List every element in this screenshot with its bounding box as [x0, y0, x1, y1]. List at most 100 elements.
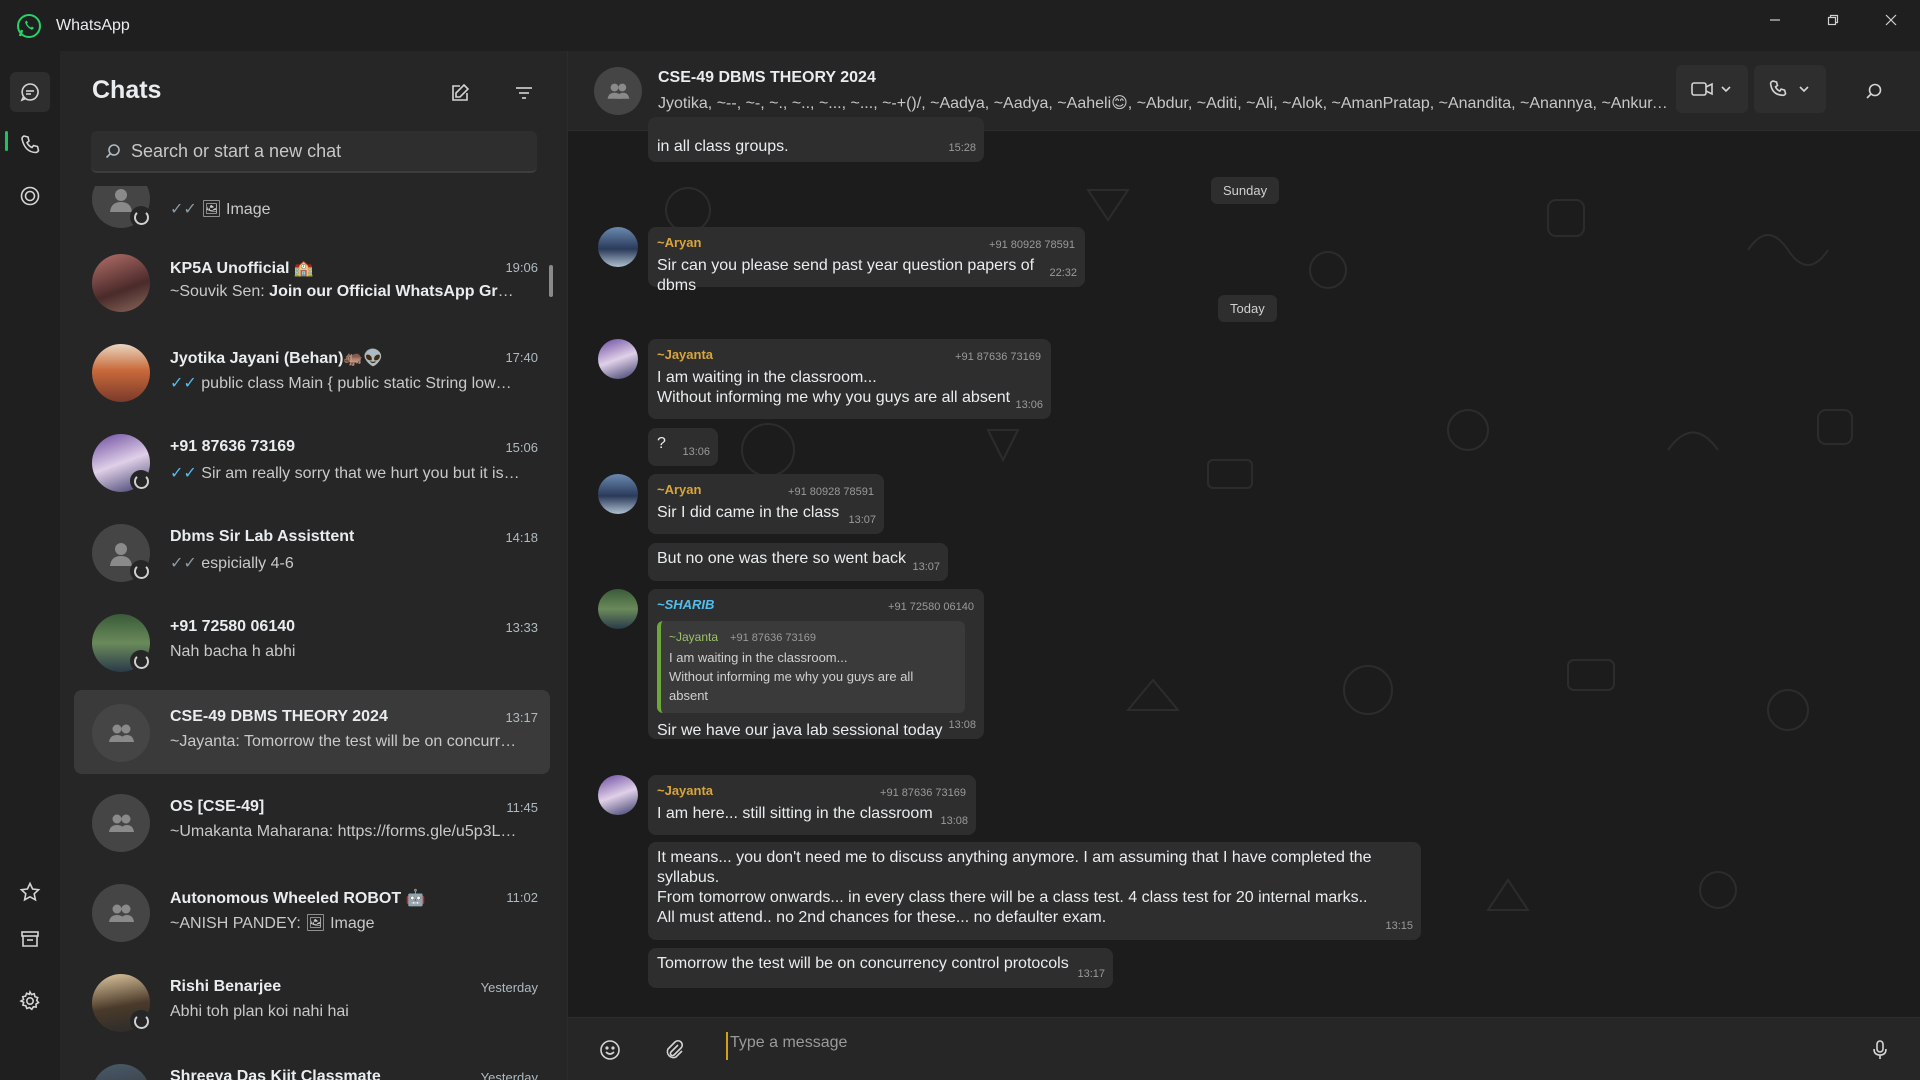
chat-preview: ~Umakanta Maharana: https://forms.gle/u5… [170, 823, 520, 840]
search-icon [105, 144, 120, 159]
sender-avatar [598, 227, 638, 267]
chat-preview: ✓✓ 🖼 Image [170, 201, 271, 218]
chats-heading: Chats [92, 76, 162, 104]
emoji-icon[interactable] [594, 1034, 626, 1066]
chat-name: OS [CSE-49] [170, 798, 265, 815]
calls-icon[interactable] [10, 124, 50, 164]
date-divider: Sunday [1211, 177, 1280, 204]
chat-time: 17:40 [505, 350, 538, 365]
message-bubble[interactable]: But no one was there so went back 13:07 [648, 543, 948, 581]
chat-list: ✓✓ 🖼 Image KP5A Unofficial 🏫 19:06 ~Souv… [74, 186, 550, 1080]
sender-avatar [598, 775, 638, 815]
group-avatar-icon [92, 704, 150, 762]
avatar [92, 254, 150, 312]
message-bubble[interactable]: It means... you don't need me to discuss… [648, 842, 1421, 940]
chat-item[interactable]: Shreeya Das Kiit Classmate Yesterday [74, 1050, 550, 1080]
chat-name: Rishi Benarjee [170, 978, 282, 995]
chat-name: Autonomous Wheeled ROBOT 🤖 [170, 890, 426, 907]
group-avatar-icon[interactable] [594, 67, 642, 115]
chat-time: 11:02 [506, 890, 538, 905]
chat-name: Jyotika Jayani (Behan)🦛👽 [170, 350, 384, 367]
chat-item[interactable]: Dbms Sir Lab Assisttent 14:18 ✓✓ espicia… [74, 510, 550, 594]
chat-name: +91 72580 06140 [170, 618, 296, 635]
active-indicator [5, 131, 8, 151]
microphone-icon[interactable] [1864, 1034, 1896, 1066]
chat-time: 15:06 [505, 440, 538, 455]
status-ring-icon [130, 560, 152, 582]
status-ring-icon [130, 1010, 152, 1032]
quoted-message[interactable]: ~Jayanta +91 87636 73169 I am waiting in … [657, 621, 965, 713]
chat-item-selected[interactable]: CSE-49 DBMS THEORY 2024 13:17 ~Jayanta: … [74, 690, 550, 774]
chat-time: 11:45 [506, 800, 538, 815]
app-title: WhatsApp [56, 16, 130, 34]
status-ring-icon [130, 650, 152, 672]
chat-item[interactable]: Autonomous Wheeled ROBOT 🤖 11:02 ~ANISH … [74, 870, 550, 954]
search-messages-icon[interactable] [1858, 75, 1890, 107]
chat-preview: ✓✓ espicially 4-6 [170, 555, 294, 572]
status-ring-icon [130, 206, 152, 228]
filter-icon[interactable] [508, 77, 540, 109]
message-composer: Type a message [568, 1017, 1920, 1080]
archive-icon[interactable] [10, 919, 50, 959]
chat-name: +91 87636 73169 [170, 438, 296, 455]
search-input[interactable]: Search or start a new chat [91, 131, 537, 173]
message-bubble[interactable]: ~Jayanta +91 87636 73169 I am waiting in… [648, 339, 1051, 419]
group-avatar-icon [92, 794, 150, 852]
restore-button[interactable] [1804, 0, 1862, 40]
chat-time: Yesterday [480, 980, 538, 995]
chats-icon[interactable] [10, 72, 50, 112]
date-divider: Today [1218, 295, 1277, 322]
conversation-title[interactable]: CSE-49 DBMS THEORY 2024 [658, 69, 876, 87]
chat-time: 13:17 [505, 710, 538, 725]
avatar [92, 1064, 150, 1080]
chat-item[interactable]: +91 87636 73169 15:06 ✓✓ Sir am really s… [74, 420, 550, 504]
avatar [92, 344, 150, 402]
message-area: in all class groups. 15:28 Sunday ~Aryan… [568, 117, 1920, 1080]
message-bubble[interactable]: ~Aryan +91 80928 78591 Sir I did came in… [648, 474, 884, 534]
chat-time: 14:18 [505, 530, 538, 545]
phone-icon [1769, 80, 1809, 97]
message-bubble[interactable]: in all class groups. 15:28 [648, 117, 984, 162]
chat-preview: Abhi toh plan koi nahi hai [170, 1003, 349, 1020]
message-bubble[interactable]: ~Jayanta +91 87636 73169 I am here... st… [648, 775, 976, 835]
attach-icon[interactable] [658, 1034, 690, 1066]
minimize-button[interactable] [1746, 0, 1804, 40]
message-bubble[interactable]: ~SHARIB +91 72580 06140 ~Jayanta +91 8763… [648, 589, 984, 739]
navigation-rail: FG [0, 51, 60, 1080]
chat-list-scrollbar[interactable] [549, 265, 553, 297]
chat-item[interactable]: +91 72580 06140 13:33 Nah bacha h abhi [74, 600, 550, 684]
chat-preview: ~Jayanta: Tomorrow the test will be on c… [170, 733, 520, 750]
chat-time: 19:06 [505, 260, 538, 275]
sender-avatar [598, 339, 638, 379]
message-input[interactable]: Type a message [730, 1034, 847, 1052]
status-icon[interactable] [10, 176, 50, 216]
chat-name: CSE-49 DBMS THEORY 2024 [170, 708, 388, 725]
text-cursor [726, 1032, 728, 1060]
close-button[interactable] [1862, 0, 1920, 40]
message-bubble[interactable]: Tomorrow the test will be on concurrency… [648, 948, 1113, 988]
chat-item[interactable]: ✓✓ 🖼 Image [74, 186, 550, 240]
starred-icon[interactable] [10, 872, 50, 912]
settings-icon[interactable] [10, 981, 50, 1021]
chat-item[interactable]: Jyotika Jayani (Behan)🦛👽 17:40 ✓✓ public… [74, 330, 550, 414]
conversation-panel: CSE-49 DBMS THEORY 2024 Jyotika, ~--, ~-… [568, 51, 1920, 1080]
video-call-button[interactable] [1676, 65, 1748, 113]
window-controls [1746, 0, 1920, 40]
chat-item[interactable]: Rishi Benarjee Yesterday Abhi toh plan k… [74, 960, 550, 1044]
chat-list-panel: Chats Search or start a new chat ✓✓ 🖼 Im… [60, 51, 568, 1080]
group-avatar-icon [92, 884, 150, 942]
voice-call-button[interactable] [1754, 65, 1826, 113]
chat-preview: ~Souvik Sen: Join our Official WhatsApp … [170, 283, 520, 300]
chat-name: KP5A Unofficial 🏫 [170, 260, 314, 277]
chat-time: 13:33 [505, 620, 538, 635]
status-ring-icon [130, 470, 152, 492]
chat-item[interactable]: OS [CSE-49] 11:45 ~Umakanta Maharana: ht… [74, 780, 550, 864]
chat-item[interactable]: KP5A Unofficial 🏫 19:06 ~Souvik Sen: Joi… [74, 240, 550, 324]
new-chat-icon[interactable] [444, 77, 476, 109]
message-bubble[interactable]: ? 13:06 [648, 428, 718, 466]
chat-preview: ✓✓ Sir am really sorry that we hurt you … [170, 465, 520, 482]
whatsapp-logo-icon [17, 13, 41, 38]
message-bubble[interactable]: ~Aryan +91 80928 78591 Sir can you pleas… [648, 227, 1085, 294]
chat-name: Dbms Sir Lab Assisttent [170, 528, 355, 545]
conversation-members: Jyotika, ~--, ~-, ~., ~.., ~..., ~..., ~… [658, 95, 1668, 112]
